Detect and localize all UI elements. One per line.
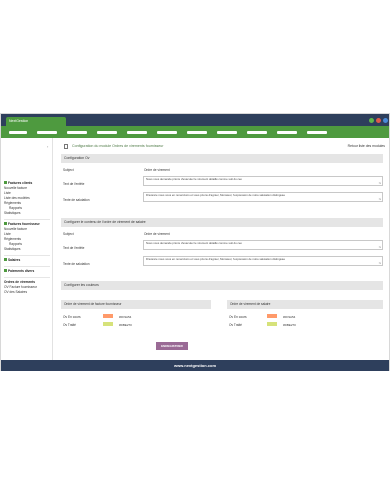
resize-handle-icon[interactable]: ⇲ xyxy=(378,181,381,185)
sidebar-item-statistiques[interactable]: Statistiques xyxy=(4,211,20,215)
sidebar-section-salaires[interactable]: Salaires xyxy=(4,258,20,262)
nav-item-7[interactable] xyxy=(187,131,207,134)
ov-subject-label: Subject xyxy=(63,168,74,172)
fournisseur-en-cours-hex[interactable]: #FF9A54 xyxy=(119,315,131,319)
nav-item-10[interactable] xyxy=(277,131,297,134)
fournisseur-ov-traite-label: Ov Traité xyxy=(63,323,76,327)
fournisseur-traite-hex[interactable]: #DBE270 xyxy=(119,323,132,327)
sidebar-section-ordres-virements[interactable]: Ordres de virements xyxy=(4,280,35,284)
sidebar-divider xyxy=(4,277,50,278)
sidebar-item-liste-modeles[interactable]: Liste des modèles xyxy=(4,196,30,200)
sidebar-divider xyxy=(4,266,50,267)
maximize-dot-icon[interactable] xyxy=(369,118,374,123)
ov-salutation-label: Texte de salutation xyxy=(63,198,90,202)
bullet-icon xyxy=(4,222,7,226)
salaire-salutation-field[interactable]: D'avance nous vous en remercions et vous… xyxy=(143,256,383,266)
salaire-salutation-label: Texte de salutation xyxy=(63,262,90,266)
ov-entete-label: Text de l'entête xyxy=(63,182,85,186)
bullet-icon xyxy=(4,269,7,273)
sidebar-item-reglements[interactable]: Règlements xyxy=(4,201,21,205)
ov-subject-value[interactable]: Ordre de virement xyxy=(144,168,170,172)
nav-item-9[interactable] xyxy=(247,131,267,134)
sidebar-divider xyxy=(4,219,50,220)
section-couleurs-header: Configurer les couleurs xyxy=(61,281,383,290)
collapse-chevron-icon[interactable]: ‹ xyxy=(47,144,48,149)
colors-fournisseur-header: Ordre de virement de facture fournisseur xyxy=(61,300,211,309)
sidebar: ‹ Factures clients Nouvelle facture List… xyxy=(1,138,53,360)
fournisseur-traite-swatch[interactable] xyxy=(103,322,113,326)
minimize-dot-icon[interactable] xyxy=(383,118,388,123)
sidebar-section-paiements-divers[interactable]: Paiements divers xyxy=(4,269,34,273)
salaire-en-cours-swatch[interactable] xyxy=(267,314,277,318)
close-dot-icon[interactable] xyxy=(376,118,381,123)
footer-url: www.nextgestion.com xyxy=(1,360,389,371)
salaire-subject-value[interactable]: Ordre de virement xyxy=(144,232,170,236)
sidebar-item-liste-fournisseur[interactable]: Liste xyxy=(4,232,11,236)
section-config-salaire-header: Configurer le contenu de l'ordre de vire… xyxy=(61,218,383,227)
sidebar-item-rapports-fournisseur[interactable]: Rapports xyxy=(9,242,22,246)
bullet-icon xyxy=(4,258,7,262)
nav-item-1[interactable] xyxy=(9,131,27,134)
fournisseur-ov-en-cours-label: Ov En cours xyxy=(63,315,81,319)
salaire-entete-label: Text de l'entête xyxy=(63,246,85,250)
page-title: Configuration du module Ordres de vireme… xyxy=(72,144,164,148)
section-config-ov-header: Configuration Ov xyxy=(61,154,383,163)
salaire-en-cours-hex[interactable]: #FF9A54 xyxy=(283,315,295,319)
bullet-icon xyxy=(4,181,7,185)
browser-tab[interactable]: NextGestion xyxy=(6,117,66,126)
sidebar-item-liste[interactable]: Liste xyxy=(4,191,11,195)
app-window: NextGestion ‹ Factures clients Nouvelle … xyxy=(0,113,390,371)
nav-item-8[interactable] xyxy=(217,131,237,134)
nav-item-11[interactable] xyxy=(307,131,327,134)
resize-handle-icon[interactable]: ⇲ xyxy=(378,197,381,201)
salaire-traite-swatch[interactable] xyxy=(267,322,277,326)
sidebar-item-nouvelle-facture[interactable]: Nouvelle facture xyxy=(4,186,27,190)
resize-handle-icon[interactable]: ⇲ xyxy=(378,261,381,265)
sidebar-item-statistiques-fournisseur[interactable]: Statistiques xyxy=(4,247,20,251)
main-content: Configuration du module Ordres de vireme… xyxy=(53,138,389,360)
sidebar-item-nouvelle-facture-fournisseur[interactable]: Nouvelle facture xyxy=(4,227,27,231)
sidebar-item-ov-salaires[interactable]: OV des Salaires xyxy=(4,290,27,294)
salaire-subject-label: Subject xyxy=(63,232,74,236)
save-button[interactable]: ENREGISTRER xyxy=(156,342,188,350)
sidebar-section-factures-clients[interactable]: Factures clients xyxy=(4,181,32,185)
sidebar-divider xyxy=(4,255,50,256)
window-chrome: NextGestion xyxy=(1,114,389,126)
ov-salutation-field[interactable]: D'avance nous vous en remercions et vous… xyxy=(143,192,383,202)
document-icon xyxy=(64,144,68,149)
salaire-entete-field[interactable]: Nous vous demande prions d'exécuter le v… xyxy=(143,240,383,250)
nav-item-6[interactable] xyxy=(157,131,177,134)
top-navigation xyxy=(1,126,389,138)
sidebar-item-ov-facture-fournisseur[interactable]: OV Facture fournisseur xyxy=(4,285,37,289)
salaire-ov-en-cours-label: Ov En cours xyxy=(229,315,247,319)
colors-salaire-header: Ordre de virement de salaire xyxy=(227,300,383,309)
salaire-traite-hex[interactable]: #DBE270 xyxy=(283,323,296,327)
fournisseur-en-cours-swatch[interactable] xyxy=(103,314,113,318)
sidebar-section-factures-fournisseur[interactable]: Factures fournisseur xyxy=(4,222,40,226)
nav-item-5[interactable] xyxy=(127,131,147,134)
back-to-modules-link[interactable]: Retour liste des modules xyxy=(348,144,385,148)
nav-item-4[interactable] xyxy=(97,131,117,134)
resize-handle-icon[interactable]: ⇲ xyxy=(378,245,381,249)
sidebar-item-reglements-fournisseur[interactable]: Règlements xyxy=(4,237,21,241)
ov-entete-field[interactable]: Nous vous demande prions d'exécuter le v… xyxy=(143,176,383,186)
nav-item-2[interactable] xyxy=(37,131,57,134)
sidebar-item-rapports[interactable]: Rapports xyxy=(9,206,22,210)
nav-item-3[interactable] xyxy=(67,131,87,134)
salaire-ov-traite-label: Ov Traité xyxy=(229,323,242,327)
